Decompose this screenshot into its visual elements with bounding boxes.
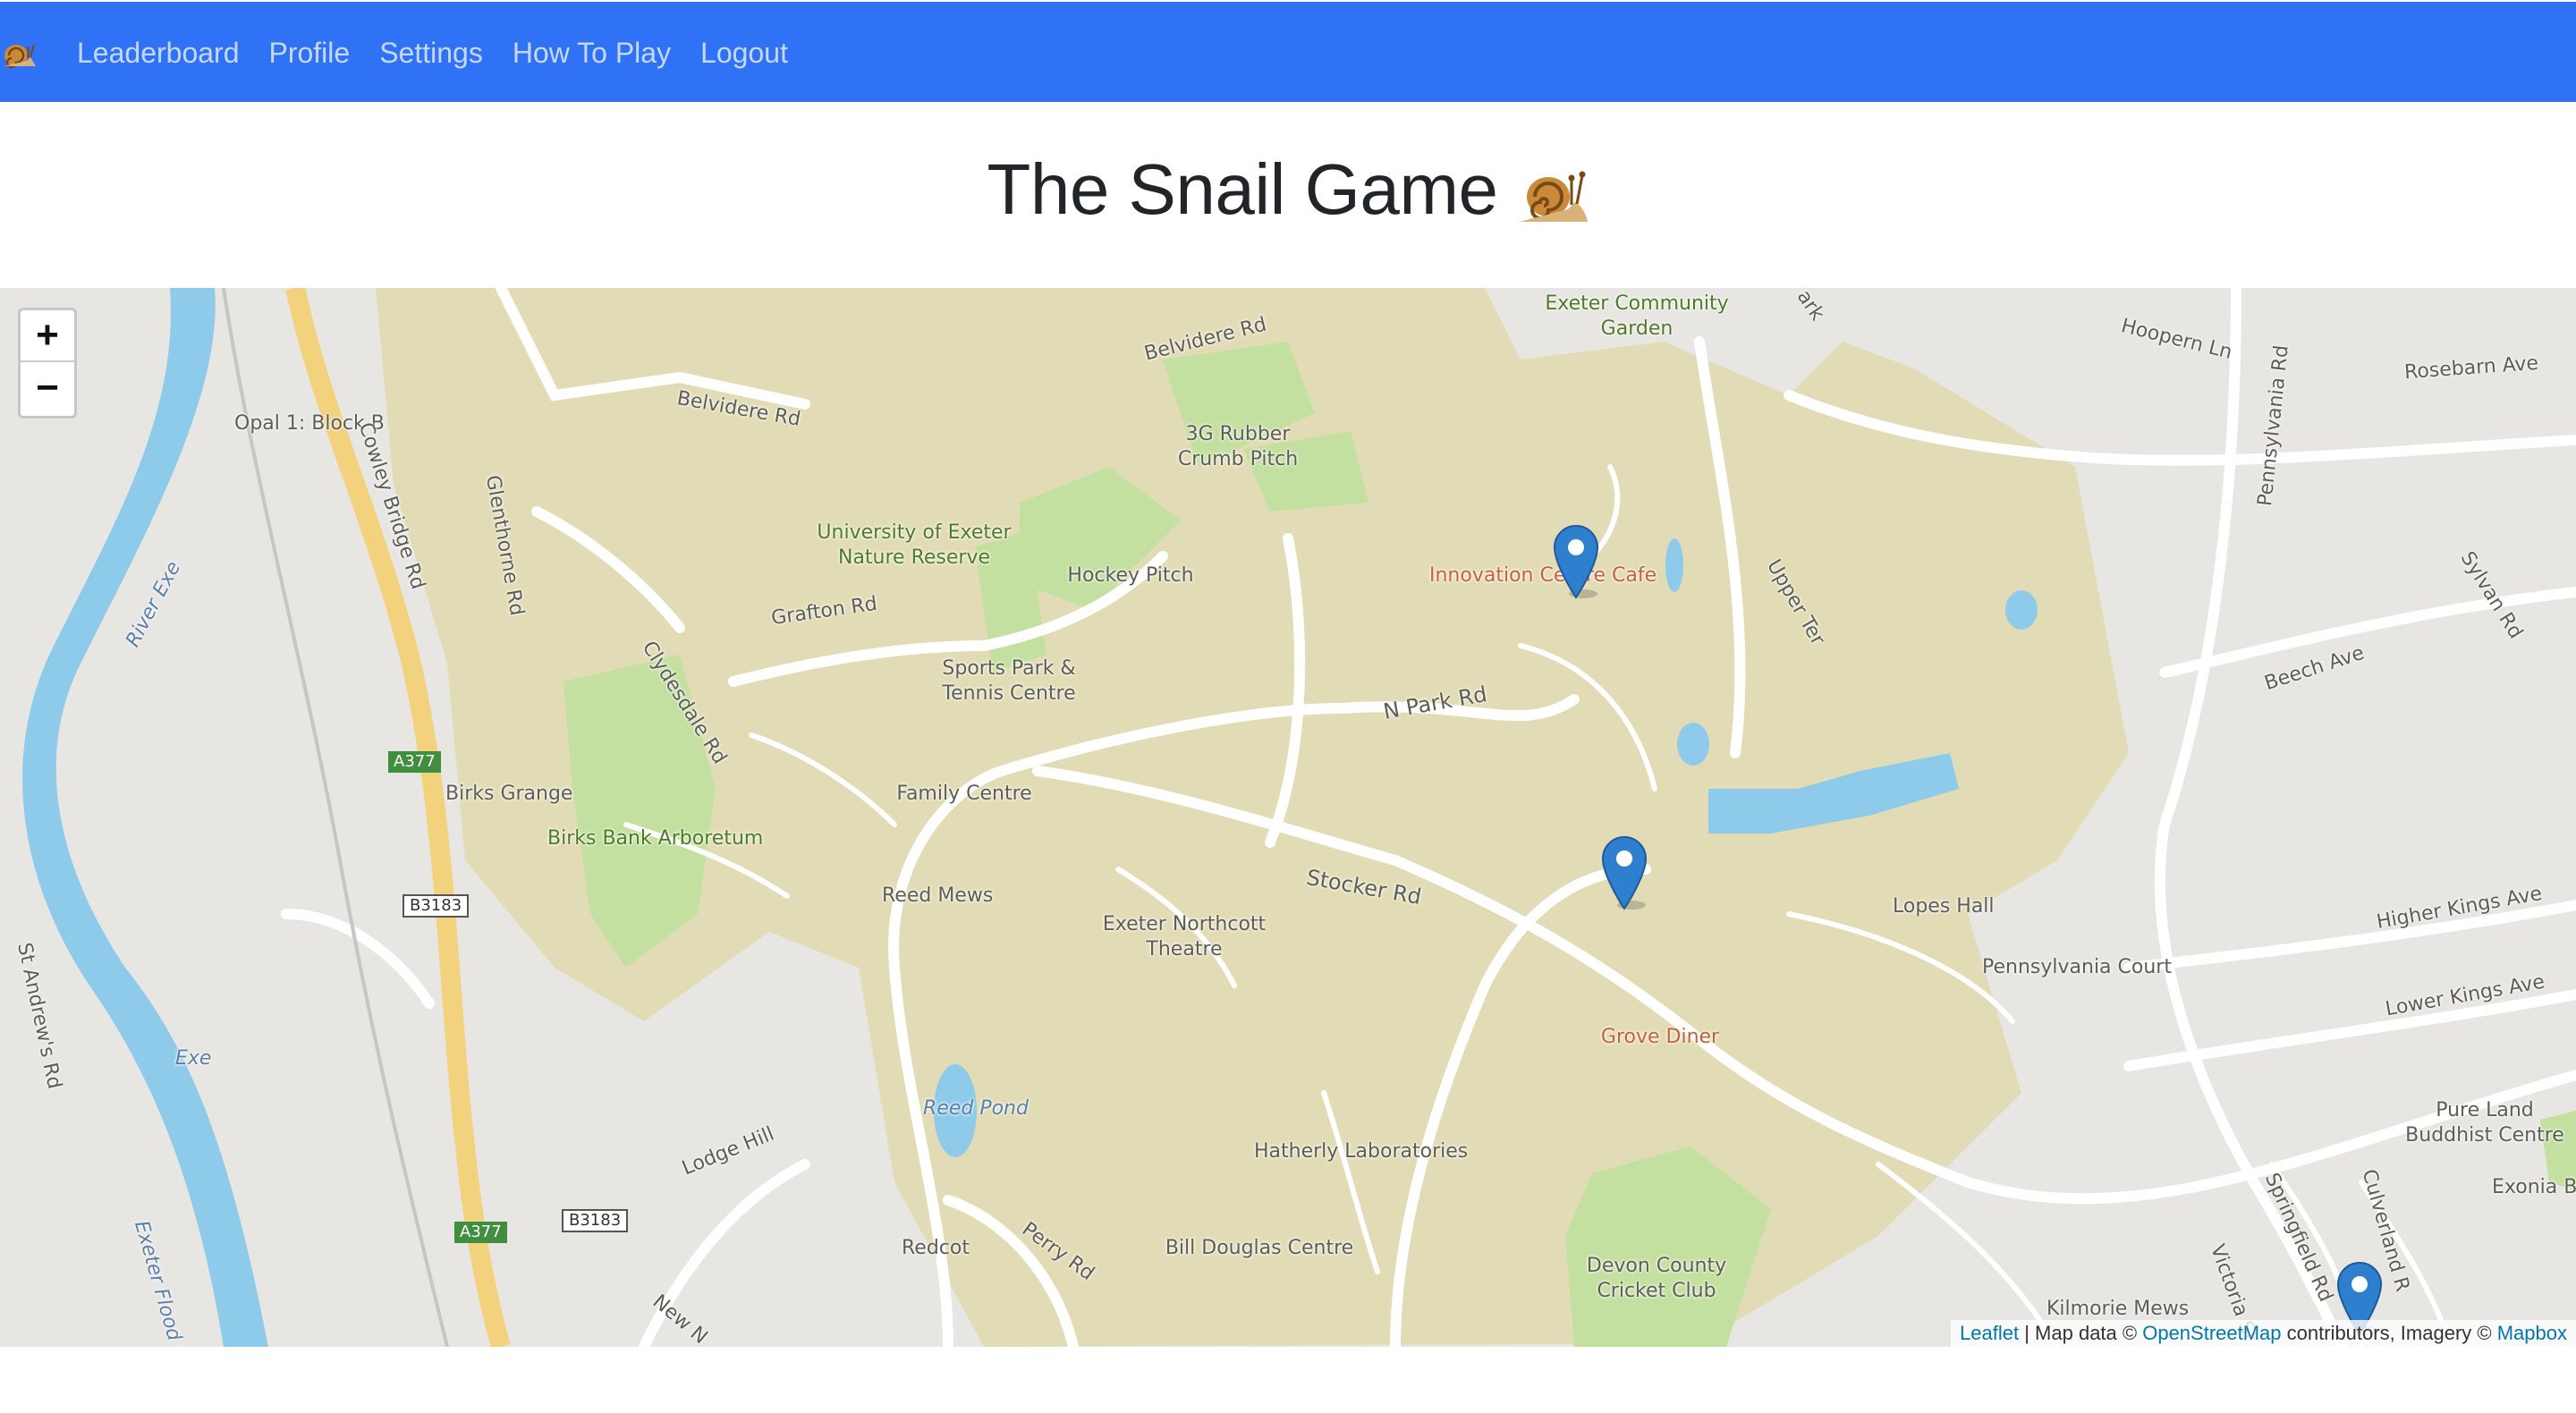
attribution-sep: | Map data © [2019,1322,2143,1344]
nav-profile[interactable]: Profile [268,37,350,70]
nav-leaderboard[interactable]: Leaderboard [77,37,239,70]
map-label-bill-douglas: Bill Douglas Centre [1165,1237,1354,1259]
map-label-northcott: Exeter Northcott Theatre [1102,913,1267,960]
page-title: The Snail Game [987,148,1589,231]
zoom-control: + − [18,308,77,419]
page-title-text: The Snail Game [987,149,1498,229]
map-label-innovation: Innovation Centre Cafe [1429,564,1657,587]
map-label-b3183-top: B3183 [402,894,470,918]
osm-link[interactable]: OpenStreetMap [2142,1322,2281,1344]
map-label-redcot: Redcot [902,1237,970,1259]
map-label-hockey: Hockey Pitch [1067,564,1194,587]
map-label-a377-top: A377 [388,751,441,773]
zoom-out-button[interactable]: − [21,362,74,414]
map-label-nature-reserve: University of Exeter Nature Reserve [817,521,1012,569]
nav-links: Leaderboard Profile Settings How To Play… [77,2,818,104]
map-label-sports-park: Sports Park & Tennis Centre [942,657,1076,705]
map-label-birks-bank: Birks Bank Arboretum [547,827,764,850]
map-label-b3183-bottom: B3183 [562,1209,629,1232]
map-attribution: Leaflet | Map data © OpenStreetMap contr… [1951,1320,2576,1347]
map-label-rubber-pitch: 3G Rubber Crumb Pitch [1177,423,1299,470]
map-label-reed-pond: Reed Pond [923,1097,1029,1120]
map[interactable]: + − Exeter Community Garden Belvidere Rd … [0,288,2576,1347]
map-label-grove: Grove Diner [1600,1026,1720,1048]
navbar: Leaderboard Profile Settings How To Play… [0,0,2576,102]
map-label-hatherly: Hatherly Laboratories [1254,1140,1469,1163]
nav-how-to-play[interactable]: How To Play [513,37,671,70]
map-marker-1[interactable] [1553,524,1599,599]
map-label-a377-bottom: A377 [454,1222,507,1243]
title-row: The Snail Game [0,145,2576,234]
map-label-kilmorie: Kilmorie Mews [2046,1298,2190,1320]
map-label-devon-cricket: Devon County Cricket Club [1586,1255,1727,1302]
map-label-birks-grange: Birks Grange [445,783,573,805]
map-label-reed-mews: Reed Mews [882,884,994,907]
map-label-exe: Exe [175,1047,212,1070]
snail-title-icon [1519,171,1588,222]
map-label-exeter-garden: Exeter Community Garden [1545,292,1729,340]
map-label-lopes: Lopes Hall [1893,895,1995,918]
map-label-pure-land: Pure Land Buddhist Centre [2405,1099,2564,1146]
map-label-family: Family Centre [896,783,1032,805]
attribution-mid: contributors, Imagery © [2281,1322,2497,1344]
leaflet-link[interactable]: Leaflet [1960,1322,2019,1344]
mapbox-link[interactable]: Mapbox [2497,1322,2567,1344]
zoom-in-button[interactable]: + [21,310,74,362]
nav-logout[interactable]: Logout [700,37,788,70]
nav-settings[interactable]: Settings [379,37,483,70]
snail-brand-icon[interactable] [0,38,38,70]
map-label-exonia: Exonia Bo [2492,1176,2576,1198]
map-marker-2[interactable] [1601,835,1648,910]
map-label-pennsylvania-court: Pennsylvania Court [1982,956,2172,978]
